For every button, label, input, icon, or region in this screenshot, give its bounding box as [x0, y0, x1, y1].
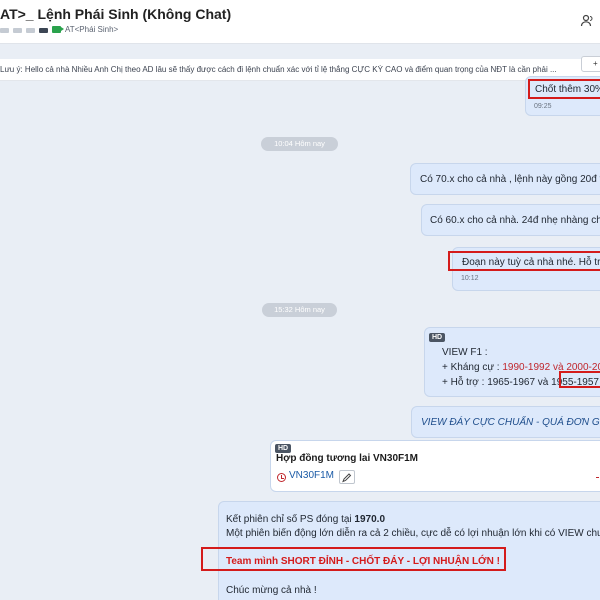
pinned-expand-button[interactable]: + [581, 56, 600, 72]
date-separator: 10:04 Hôm nay [261, 137, 338, 151]
message-text: Có 60.x cho cả nhà. 24đ nhẹ nhàng chuẩn … [430, 215, 600, 226]
contract-title: Hợp đồng tương lai VN30F1M [276, 453, 419, 464]
message-line: Chúc mừng cả nhà ! [226, 585, 317, 596]
tag-icon [52, 26, 64, 33]
message-time: 09:25 [534, 103, 552, 110]
highlight-box [448, 251, 600, 271]
clock-icon [277, 473, 286, 482]
message-bubble[interactable]: VIEW ĐÁY CỰC CHUẨN - QUÁ ĐƠN GIẢN [411, 406, 600, 438]
hd-badge: HD [275, 444, 292, 453]
group-tag[interactable]: AT<Phái Sinh> [65, 25, 118, 34]
closing-value: 1970.0 [354, 514, 386, 525]
message-text: VIEW ĐÁY CỰC CHUẨN - QUÁ ĐƠN GIẢN [421, 417, 600, 428]
pencil-icon [342, 473, 352, 483]
pinned-message-text: Lưu ý: Hello cả nhà Nhiều Anh Chị theo A… [0, 65, 557, 74]
support-label: + Hỗ trợ : [442, 377, 485, 388]
message-line: Kết phiên chỉ số PS đóng tại 1970.0 [226, 514, 385, 525]
message-line: VIEW F1 : [442, 347, 488, 358]
summary-prefix: Kết phiên chỉ số PS đóng tại [226, 514, 352, 525]
message-time: 10:12 [461, 275, 479, 282]
member-avatars [0, 28, 48, 33]
highlight-box [528, 79, 600, 99]
resistance-value: 1990-1992 [502, 362, 551, 373]
support-value: 1965-1967 [487, 377, 536, 388]
chat-header: AT>_ Lệnh Phái Sinh (Không Chat) AT<Phái… [0, 0, 600, 44]
highlight-box [559, 371, 600, 388]
message-bubble[interactable]: Có 70.x cho cả nhà , lệnh này gồng 20đ v… [410, 163, 600, 195]
contract-symbol[interactable]: VN30F1M [289, 470, 334, 481]
message-line: Một phiên biến động lớn diễn ra cả 2 chi… [226, 528, 600, 539]
date-separator: 15:32 Hôm nay [262, 303, 337, 317]
edit-button[interactable] [339, 470, 355, 484]
resistance-label: + Kháng cự : [442, 362, 500, 373]
members-icon[interactable] [580, 14, 594, 28]
message-text: Có 70.x cho cả nhà , lệnh này gồng 20đ v… [420, 174, 600, 185]
conjunction: và [537, 377, 549, 388]
hd-badge: HD [429, 333, 446, 342]
pinned-message-bar[interactable]: Lưu ý: Hello cả nhà Nhiều Anh Chị theo A… [0, 59, 600, 81]
price-change-indicator [596, 477, 599, 478]
message-bubble[interactable]: Có 60.x cho cả nhà. 24đ nhẹ nhàng chuẩn … [421, 204, 600, 236]
chat-title: AT>_ Lệnh Phái Sinh (Không Chat) [0, 6, 232, 22]
highlight-box [201, 547, 506, 571]
contract-card[interactable]: HD Hợp đồng tương lai VN30F1M VN30F1M [270, 440, 600, 492]
